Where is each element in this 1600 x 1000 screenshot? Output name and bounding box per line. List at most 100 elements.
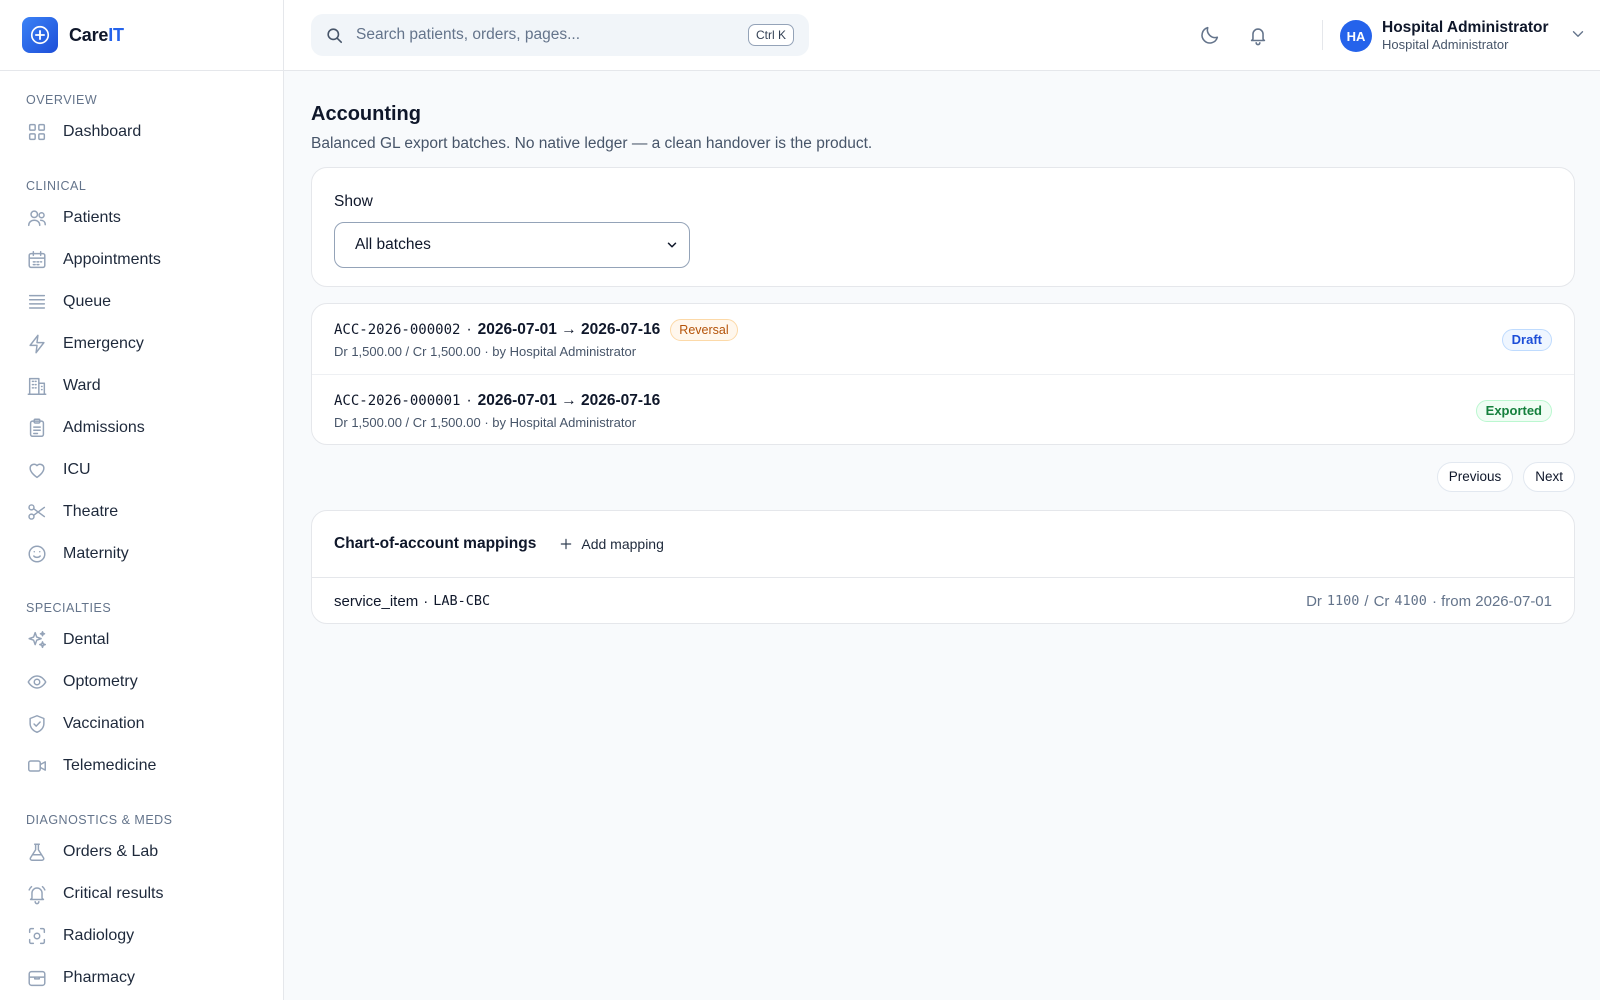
filter-card: Show All batches bbox=[311, 167, 1575, 287]
sidebar-item-dental[interactable]: Dental bbox=[0, 619, 283, 661]
notifications-button[interactable] bbox=[1245, 22, 1271, 48]
batch-code: ACC-2026-000001 bbox=[334, 393, 461, 409]
sidebar-item-label: Vaccination bbox=[63, 715, 145, 732]
sidebar-item-vaccination[interactable]: Vaccination bbox=[0, 703, 283, 745]
account-slash: / bbox=[1364, 592, 1369, 610]
bolt-icon bbox=[29, 334, 45, 354]
search-shortcut-badge: Ctrl K bbox=[748, 24, 794, 46]
sidebar-item-queue[interactable]: Queue bbox=[0, 281, 283, 323]
sidebar-item-label: Emergency bbox=[63, 335, 144, 352]
page-subtitle: Balanced GL export batches. No native le… bbox=[311, 135, 873, 152]
sidebar-item-optometry[interactable]: Optometry bbox=[0, 661, 283, 703]
sidebar-item-label: Radiology bbox=[63, 927, 135, 944]
mapping-separator: · bbox=[423, 592, 429, 610]
sidebar-item-critical-results[interactable]: Critical results bbox=[0, 873, 283, 915]
sidebar-item-appointments[interactable]: Appointments bbox=[0, 239, 283, 281]
sidebar-item-radiology[interactable]: Radiology bbox=[0, 915, 283, 957]
clipboard-icon bbox=[29, 418, 45, 437]
sidebar-item-icu[interactable]: ICU bbox=[0, 449, 283, 491]
sidebar-item-label: Dental bbox=[63, 631, 110, 648]
batch-meta: Dr 1,500.00 / Cr 1,500.00 · by Hospital … bbox=[334, 344, 637, 359]
box-icon bbox=[28, 970, 46, 987]
mapping-row[interactable]: service_item · LAB-CBC Dr 1100 / Cr 4100… bbox=[312, 578, 1574, 623]
sidebar-item-label: Patients bbox=[63, 209, 121, 226]
video-icon bbox=[28, 760, 46, 772]
moon-icon bbox=[1201, 26, 1219, 44]
batch-code: ACC-2026-000002 bbox=[334, 322, 461, 338]
bell-icon bbox=[1250, 28, 1266, 46]
sidebar-item-label: Critical results bbox=[63, 885, 164, 902]
flask-icon bbox=[29, 843, 45, 861]
batch-separator: · bbox=[466, 321, 472, 338]
cr-label: Cr bbox=[1373, 592, 1390, 610]
grid-icon bbox=[28, 123, 46, 141]
building-icon bbox=[27, 377, 47, 395]
batch-meta: Dr 1,500.00 / Cr 1,500.00 · by Hospital … bbox=[334, 415, 637, 430]
batch-dates: 2026-07-01 → 2026-07-16 bbox=[477, 321, 661, 338]
add-mapping-button[interactable]: Add mapping bbox=[558, 536, 664, 552]
status-badge: Draft bbox=[1501, 329, 1552, 351]
eye-icon bbox=[27, 675, 47, 689]
batch-dates: 2026-07-01 → 2026-07-16 bbox=[477, 392, 661, 409]
sidebar-item-telemedicine[interactable]: Telemedicine bbox=[0, 745, 283, 787]
sidebar-item-patients[interactable]: Patients bbox=[0, 197, 283, 239]
batch-title: ACC-2026-000002 · 2026-07-01 → 2026-07-1… bbox=[334, 319, 1552, 341]
sidebar-item-ward[interactable]: Ward bbox=[0, 365, 283, 407]
batch-filter-select[interactable]: All batches bbox=[334, 222, 690, 268]
smile-icon bbox=[28, 545, 46, 563]
plus-icon bbox=[561, 538, 572, 550]
brand[interactable]: CareIT bbox=[0, 0, 283, 71]
user-name: Hospital Administrator bbox=[1382, 19, 1549, 36]
user-info: Hospital Administrator Hospital Administ… bbox=[1382, 19, 1549, 53]
user-role: Hospital Administrator bbox=[1382, 37, 1509, 52]
next-button[interactable]: Next bbox=[1523, 462, 1575, 492]
theme-toggle-button[interactable] bbox=[1197, 22, 1223, 48]
dr-label: Dr bbox=[1306, 592, 1322, 610]
status-badge: Exported bbox=[1475, 400, 1552, 422]
users-icon bbox=[28, 210, 46, 227]
sidebar-item-label: ICU bbox=[63, 461, 91, 478]
bell-alert-icon bbox=[28, 885, 46, 905]
add-mapping-label: Add mapping bbox=[581, 536, 664, 552]
mapping-accounts: Dr 1100 / Cr 4100 · from 2026-07-01 bbox=[1306, 593, 1552, 610]
mappings-card: Chart-of-account mappings Add mapping se… bbox=[311, 510, 1575, 624]
sidebar-item-maternity[interactable]: Maternity bbox=[0, 533, 283, 575]
sidebar-item-theatre[interactable]: Theatre bbox=[0, 491, 283, 533]
shield-check-icon bbox=[29, 715, 45, 733]
sidebar-item-dashboard[interactable]: Dashboard bbox=[0, 111, 283, 153]
main-content: Accounting Balanced GL export batches. N… bbox=[311, 100, 1575, 624]
batch-row[interactable]: ACC-2026-000001 · 2026-07-01 → 2026-07-1… bbox=[312, 374, 1574, 444]
user-menu[interactable]: HA Hospital Administrator Hospital Admin… bbox=[1340, 19, 1587, 53]
topbar: Ctrl K HA Hospital Administrator Hospita… bbox=[284, 0, 1600, 71]
mappings-header: Chart-of-account mappings Add mapping bbox=[312, 511, 1574, 578]
search-bar[interactable]: Ctrl K bbox=[311, 14, 809, 56]
sidebar-item-label: Telemedicine bbox=[63, 757, 157, 774]
mapping-from-date: · from 2026-07-01 bbox=[1431, 592, 1552, 610]
batch-row[interactable]: ACC-2026-000002 · 2026-07-01 → 2026-07-1… bbox=[312, 304, 1574, 374]
search-input[interactable] bbox=[356, 26, 736, 44]
heart-icon bbox=[29, 463, 45, 479]
select-value: All batches bbox=[355, 236, 431, 253]
batches-list: ACC-2026-000002 · 2026-07-01 → 2026-07-1… bbox=[311, 303, 1575, 445]
topbar-divider bbox=[1322, 20, 1323, 50]
sidebar-item-label: Ward bbox=[63, 377, 101, 394]
sidebar-item-orders-lab[interactable]: Orders & Lab bbox=[0, 831, 283, 873]
filter-label: Show bbox=[334, 193, 373, 210]
sidebar-nav: OVERVIEW Dashboard CLINICAL Patients App… bbox=[0, 71, 283, 999]
cr-account: 4100 bbox=[1394, 593, 1427, 609]
sidebar-item-label: Pharmacy bbox=[63, 969, 136, 986]
sidebar-item-label: Orders & Lab bbox=[63, 843, 159, 860]
section-overview: OVERVIEW bbox=[26, 93, 98, 107]
sidebar-item-label: Dashboard bbox=[63, 123, 142, 140]
sidebar-item-label: Maternity bbox=[63, 545, 129, 562]
mapping-source-type: service_item bbox=[334, 592, 419, 610]
sidebar-item-pharmacy[interactable]: Pharmacy bbox=[0, 957, 283, 999]
sidebar-item-admissions[interactable]: Admissions bbox=[0, 407, 283, 449]
sidebar-item-emergency[interactable]: Emergency bbox=[0, 323, 283, 365]
previous-button[interactable]: Previous bbox=[1436, 462, 1514, 492]
batch-separator: · bbox=[466, 392, 472, 409]
reversal-badge: Reversal bbox=[670, 319, 738, 341]
sidebar-item-label: Queue bbox=[63, 293, 112, 310]
mapping-source: service_item · LAB-CBC bbox=[334, 593, 490, 610]
sidebar-item-label: Optometry bbox=[63, 673, 138, 690]
